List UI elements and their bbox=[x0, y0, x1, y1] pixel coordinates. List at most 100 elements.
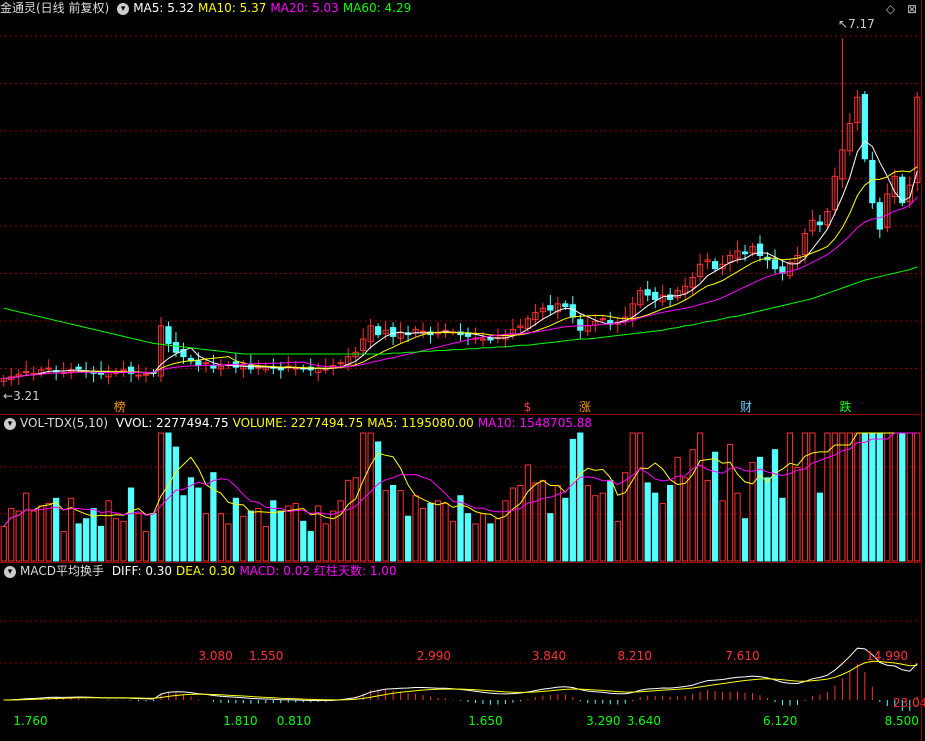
turnover-green-label: 3.290 bbox=[586, 714, 621, 728]
event-marker[interactable]: $ bbox=[524, 400, 532, 414]
candle-body bbox=[120, 369, 127, 372]
macd-item: DIFF: 0.30 bbox=[111, 564, 173, 578]
ma20-line bbox=[3, 196, 918, 380]
volume-bar bbox=[150, 513, 157, 562]
volume-bar bbox=[696, 432, 704, 562]
ma-item: MA20: 5.03 bbox=[270, 1, 339, 15]
candle-body bbox=[711, 261, 719, 270]
volume-bar bbox=[711, 451, 719, 562]
event-marker[interactable]: 涨 bbox=[579, 400, 591, 414]
volume-bar bbox=[494, 518, 502, 562]
volume-item: MA10: 1548705.88 bbox=[477, 416, 593, 430]
volume-bar bbox=[614, 520, 621, 562]
volume-bar bbox=[277, 510, 284, 562]
candle-body bbox=[479, 338, 487, 341]
macd-panel[interactable]: ▾ MACD平均换手 DIFF: 0.30 DEA: 0.30 MACD: 0.02 红… bbox=[0, 563, 925, 741]
candle-body bbox=[816, 221, 824, 226]
volume-bar bbox=[404, 515, 412, 562]
candle-body bbox=[547, 305, 554, 311]
volume-bar bbox=[914, 432, 921, 562]
candle-body bbox=[756, 243, 764, 256]
turnover-red-label: 3.080 bbox=[198, 649, 233, 663]
price-chart[interactable] bbox=[0, 0, 921, 414]
turnover-green-label: 8.500 bbox=[884, 714, 919, 728]
volume-bar bbox=[307, 531, 314, 562]
candle-body bbox=[487, 337, 494, 341]
volume-chart[interactable] bbox=[0, 415, 921, 562]
volume-bar bbox=[82, 518, 90, 562]
volume-bar bbox=[569, 438, 576, 562]
candle-body bbox=[142, 373, 150, 376]
volume-bar bbox=[112, 518, 120, 562]
volume-bar bbox=[389, 484, 397, 562]
ma-item: MA60: 4.29 bbox=[342, 1, 412, 15]
diamond-icon[interactable]: ◇ bbox=[886, 2, 895, 16]
volume-bar bbox=[644, 482, 651, 562]
volume-bar bbox=[539, 479, 546, 562]
volume-bar bbox=[180, 495, 187, 562]
ma5-line bbox=[3, 140, 918, 380]
candle-body bbox=[562, 303, 569, 307]
volume-bar bbox=[524, 464, 532, 562]
volume-bar bbox=[15, 510, 22, 562]
candle-body bbox=[389, 327, 397, 337]
chevron-down-icon[interactable]: ▾ bbox=[4, 565, 16, 578]
turnover-green-label: 1.760 bbox=[13, 714, 48, 728]
volume-bar bbox=[367, 432, 374, 562]
event-marker[interactable]: 财 bbox=[740, 400, 752, 414]
candle-body bbox=[442, 329, 449, 332]
macd-item: 红柱天数: 1.00 bbox=[314, 564, 397, 578]
price-panel[interactable]: 金通灵(日线 前复权) ▾ MA5: 5.32 MA10: 5.37 MA20: 5.0… bbox=[0, 0, 921, 415]
turnover-green-label: 0.810 bbox=[276, 714, 312, 728]
volume-bar bbox=[667, 484, 674, 562]
volume-bar bbox=[30, 510, 37, 562]
high-price-label: ↖7.17 bbox=[838, 17, 875, 31]
volume-bar bbox=[352, 477, 359, 562]
turnover-red-label: 8.210 bbox=[617, 649, 652, 663]
volume-bar bbox=[861, 432, 868, 562]
volume-panel[interactable]: ▾ VOL-TDX(5,10) VVOL: 2277494.75 VOLUME: 2… bbox=[0, 415, 921, 563]
volume-bar bbox=[0, 525, 7, 562]
chevron-down-icon[interactable]: ▾ bbox=[117, 2, 130, 15]
volume-bar bbox=[674, 456, 681, 562]
candle-body bbox=[172, 342, 180, 353]
volume-bar bbox=[891, 432, 898, 562]
candle-body bbox=[375, 326, 382, 336]
candle-body bbox=[644, 289, 651, 296]
volume-bar bbox=[517, 484, 524, 562]
volume-bar bbox=[97, 525, 105, 562]
volume-bar bbox=[771, 449, 779, 562]
turnover-red-label: 7.610 bbox=[725, 649, 760, 663]
volume-bar bbox=[659, 502, 666, 562]
volume-bar bbox=[75, 523, 82, 562]
volume-bar bbox=[292, 502, 299, 562]
volume-bar bbox=[195, 487, 202, 562]
volume-bar bbox=[120, 520, 127, 562]
volume-bar bbox=[786, 432, 794, 562]
volume-bar bbox=[464, 513, 472, 562]
chevron-down-icon[interactable]: ▾ bbox=[4, 417, 16, 430]
candle-body bbox=[135, 374, 142, 377]
volume-bar bbox=[509, 487, 517, 562]
close-icon[interactable]: ⊠ bbox=[907, 2, 917, 16]
volume-bar bbox=[375, 441, 382, 562]
candle-body bbox=[741, 251, 749, 255]
ma-item: MA5: 5.32 bbox=[133, 1, 194, 15]
volume-bar bbox=[816, 492, 824, 562]
event-marker[interactable]: 跌 bbox=[839, 400, 851, 414]
volume-bar bbox=[300, 520, 307, 562]
volume-bar bbox=[749, 461, 756, 562]
candle-body bbox=[771, 259, 779, 270]
volume-bar bbox=[60, 531, 67, 562]
volume-bar bbox=[382, 490, 389, 562]
volume-bar bbox=[135, 513, 142, 562]
volume-bar bbox=[756, 456, 764, 562]
volume-bar bbox=[801, 432, 809, 562]
volume-bar bbox=[637, 432, 644, 562]
event-marker[interactable]: 榜 bbox=[114, 400, 126, 414]
volume-bar bbox=[704, 479, 711, 562]
volume-item: VVOL: 2277494.75 bbox=[115, 416, 229, 430]
volume-bar bbox=[322, 523, 329, 562]
volume-bar bbox=[622, 472, 629, 562]
volume-bar bbox=[270, 500, 277, 562]
